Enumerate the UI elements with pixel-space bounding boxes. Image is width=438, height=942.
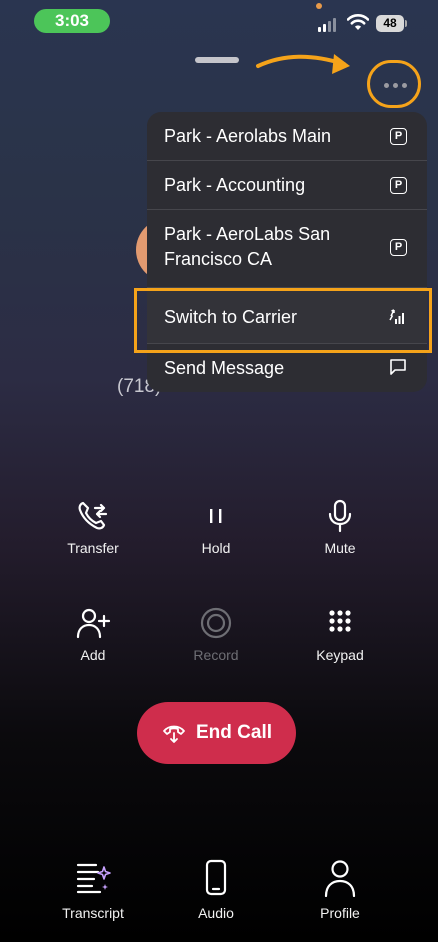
record-button[interactable]: Record [171, 605, 261, 663]
cellular-signal-icon [318, 16, 340, 32]
menu-item-park-aerolabs-main[interactable]: Park - Aerolabs Main P [147, 112, 427, 161]
transcript-icon [76, 863, 111, 894]
menu-item-label: Park - Accounting [164, 175, 306, 195]
menu-item-label: Park - Aerolabs Main [164, 126, 332, 146]
annotation-highlight-box [134, 288, 432, 353]
mute-button[interactable]: Mute [295, 498, 385, 556]
wifi-icon [347, 14, 369, 30]
audio-label: Audio [198, 905, 234, 921]
add-button[interactable]: Add [48, 605, 138, 663]
audio-tab[interactable]: Audio [171, 859, 261, 921]
hold-button[interactable]: Hold [171, 498, 261, 556]
pause-icon [210, 509, 222, 523]
transcript-tab[interactable]: Transcript [48, 859, 138, 921]
privacy-indicator-dot [316, 3, 322, 9]
transfer-label: Transfer [67, 540, 119, 556]
menu-item-park-aerolabs-sf[interactable]: Park - AeroLabs San Francisco CA P [147, 210, 427, 288]
microphone-icon [328, 499, 352, 533]
hold-label: Hold [201, 540, 231, 556]
end-call-button[interactable]: End Call [137, 702, 296, 764]
status-bar: 3:03 48 [0, 0, 438, 44]
battery-tip [405, 20, 407, 27]
record-icon [200, 607, 232, 639]
annotation-arrow-icon [256, 54, 350, 74]
menu-item-park-accounting[interactable]: Park - Accounting P [147, 161, 427, 210]
record-label: Record [193, 647, 239, 663]
park-p-icon: P [390, 239, 407, 256]
ellipsis-icon [382, 83, 408, 89]
keypad-label: Keypad [316, 647, 364, 663]
phone-device-icon [205, 859, 227, 896]
keypad-button[interactable]: Keypad [295, 605, 385, 663]
battery-indicator: 48 [376, 15, 404, 32]
more-options-button[interactable] [367, 60, 421, 108]
clock-time: 3:03 [34, 9, 110, 33]
sheet-grabber[interactable] [195, 57, 239, 63]
park-p-icon: P [390, 128, 407, 145]
transfer-icon [78, 501, 108, 530]
add-person-icon [76, 608, 111, 639]
add-label: Add [80, 647, 106, 663]
profile-label: Profile [320, 905, 360, 921]
profile-tab[interactable]: Profile [295, 859, 385, 921]
person-icon [324, 860, 356, 897]
message-bubble-icon [390, 359, 406, 375]
transfer-button[interactable]: Transfer [48, 498, 138, 556]
park-p-icon: P [390, 177, 407, 194]
mute-label: Mute [324, 540, 356, 556]
menu-item-label: Park - AeroLabs San Francisco CA [164, 224, 331, 269]
transcript-label: Transcript [62, 905, 124, 921]
end-call-label: End Call [196, 722, 273, 743]
keypad-icon [329, 610, 351, 632]
hang-up-icon [163, 725, 185, 743]
